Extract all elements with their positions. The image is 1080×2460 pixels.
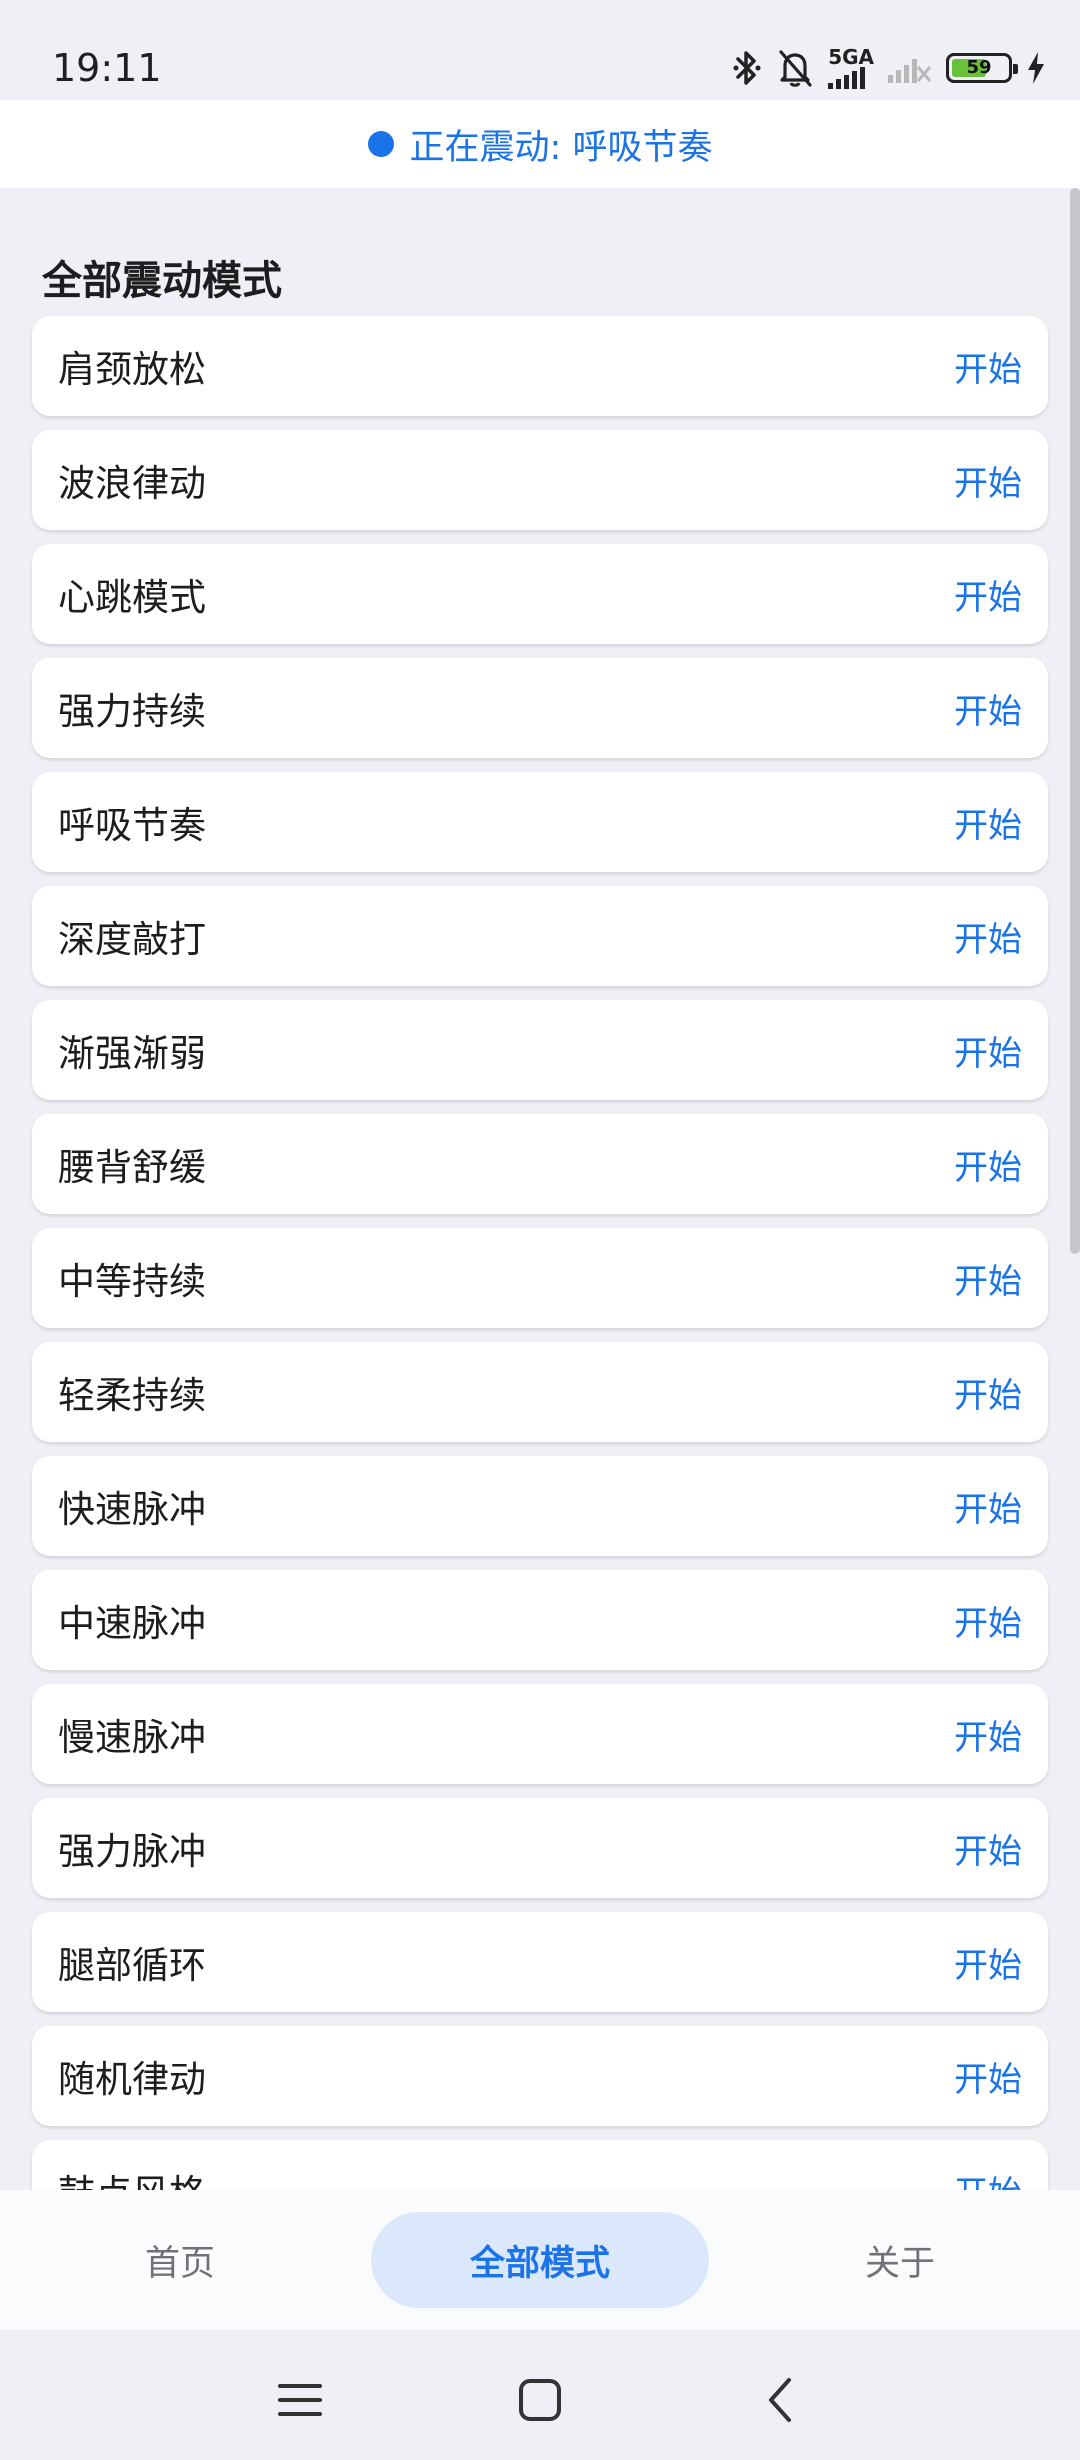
mode-name: 心跳模式 — [58, 576, 206, 619]
mode-item[interactable]: 中等持续 开始 — [32, 1228, 1048, 1328]
mode-name: 渐强渐弱 — [58, 1032, 206, 1075]
mode-item[interactable]: 渐强渐弱 开始 — [32, 1000, 1048, 1100]
start-button[interactable]: 开始 — [954, 456, 1022, 505]
mode-name: 轻柔持续 — [58, 1374, 206, 1417]
status-time: 19:11 — [52, 46, 162, 90]
signal-5ga: 5GA — [828, 47, 874, 89]
mode-item[interactable]: 强力脉冲 开始 — [32, 1798, 1048, 1898]
signal-off-icon — [888, 53, 932, 83]
mode-name: 中等持续 — [58, 1260, 206, 1303]
charging-icon — [1026, 52, 1046, 84]
start-button[interactable]: 开始 — [954, 2166, 1022, 2191]
menu-icon[interactable] — [270, 2370, 330, 2430]
mode-list-scroll[interactable]: 全部震动模式 肩颈放松 开始 波浪律动 开始 心跳模式 开始 强力持续 开始 呼吸节奏 开始 深度敲… — [0, 188, 1080, 2190]
start-button[interactable]: 开始 — [954, 1824, 1022, 1873]
mode-item[interactable]: 深度敲打 开始 — [32, 886, 1048, 986]
nav-tab[interactable]: 首页 — [11, 2212, 349, 2308]
start-button[interactable]: 开始 — [954, 1368, 1022, 1417]
mode-item[interactable]: 腰背舒缓 开始 — [32, 1114, 1048, 1214]
battery-text: 59 — [966, 57, 992, 78]
start-button[interactable]: 开始 — [954, 1026, 1022, 1075]
mode-name: 中速脉冲 — [58, 1602, 206, 1645]
scrollbar[interactable] — [1070, 188, 1080, 1254]
back-icon[interactable] — [750, 2370, 810, 2430]
mode-item[interactable]: 快速脉冲 开始 — [32, 1456, 1048, 1556]
mode-name: 深度敲打 — [58, 918, 206, 961]
start-button[interactable]: 开始 — [954, 1482, 1022, 1531]
start-button[interactable]: 开始 — [954, 342, 1022, 391]
mode-list: 肩颈放松 开始 波浪律动 开始 心跳模式 开始 强力持续 开始 呼吸节奏 开始 深度敲打 开始 渐强渐弱… — [32, 316, 1048, 2190]
mute-bell-icon — [776, 48, 814, 88]
mode-name: 慢速脉冲 — [58, 1716, 206, 1759]
now-vibrating-text: 正在震动: 呼吸节奏 — [409, 127, 713, 168]
mode-name: 波浪律动 — [58, 462, 206, 505]
home-icon[interactable] — [510, 2370, 570, 2430]
start-button[interactable]: 开始 — [954, 1596, 1022, 1645]
start-button[interactable]: 开始 — [954, 1140, 1022, 1189]
mode-name: 腿部循环 — [58, 1944, 206, 1987]
mode-item[interactable]: 中速脉冲 开始 — [32, 1570, 1048, 1670]
mode-item[interactable]: 腿部循环 开始 — [32, 1912, 1048, 2012]
start-button[interactable]: 开始 — [954, 912, 1022, 961]
mode-name: 强力脉冲 — [58, 1830, 206, 1873]
network-label: 5GA — [828, 45, 874, 69]
bottom-nav: 首页 全部模式 关于 — [0, 2190, 1080, 2330]
bluetooth-icon — [732, 48, 762, 88]
mode-name: 随机律动 — [58, 2058, 206, 2101]
nav-tab[interactable]: 全部模式 — [371, 2212, 709, 2308]
start-button[interactable]: 开始 — [954, 1254, 1022, 1303]
mode-name: 呼吸节奏 — [58, 804, 206, 847]
start-button[interactable]: 开始 — [954, 2052, 1022, 2101]
mode-name: 快速脉冲 — [58, 1488, 206, 1531]
mode-item[interactable]: 轻柔持续 开始 — [32, 1342, 1048, 1442]
start-button[interactable]: 开始 — [954, 798, 1022, 847]
mode-name: 肩颈放松 — [58, 348, 206, 391]
mode-item[interactable]: 肩颈放松 开始 — [32, 316, 1048, 416]
mode-item[interactable]: 鼓点风格 开始 — [32, 2140, 1048, 2190]
screen: 19:11 5GA 59 正在震动: 呼吸节奏 全部震动模式 肩颈放松 开始 波… — [0, 0, 1080, 2460]
mode-name: 鼓点风格 — [58, 2163, 206, 2190]
start-button[interactable]: 开始 — [954, 570, 1022, 619]
section-title: 全部震动模式 — [42, 258, 282, 304]
mode-item[interactable]: 心跳模式 开始 — [32, 544, 1048, 644]
mode-item[interactable]: 呼吸节奏 开始 — [32, 772, 1048, 872]
status-bar: 19:11 5GA 59 — [0, 0, 1080, 100]
now-vibrating-banner: 正在震动: 呼吸节奏 — [0, 100, 1080, 188]
status-dot-icon — [367, 131, 394, 157]
battery-icon: 59 — [946, 53, 1018, 83]
mode-item[interactable]: 强力持续 开始 — [32, 658, 1048, 758]
status-icons: 5GA 59 — [732, 46, 1046, 90]
mode-item[interactable]: 随机律动 开始 — [32, 2026, 1048, 2126]
start-button[interactable]: 开始 — [954, 1938, 1022, 1987]
start-button[interactable]: 开始 — [954, 684, 1022, 733]
start-button[interactable]: 开始 — [954, 1710, 1022, 1759]
system-nav-bar — [0, 2330, 1080, 2460]
mode-name: 强力持续 — [58, 690, 206, 733]
mode-name: 腰背舒缓 — [58, 1146, 206, 1189]
nav-tab[interactable]: 关于 — [731, 2212, 1069, 2308]
mode-item[interactable]: 波浪律动 开始 — [32, 430, 1048, 530]
mode-item[interactable]: 慢速脉冲 开始 — [32, 1684, 1048, 1784]
